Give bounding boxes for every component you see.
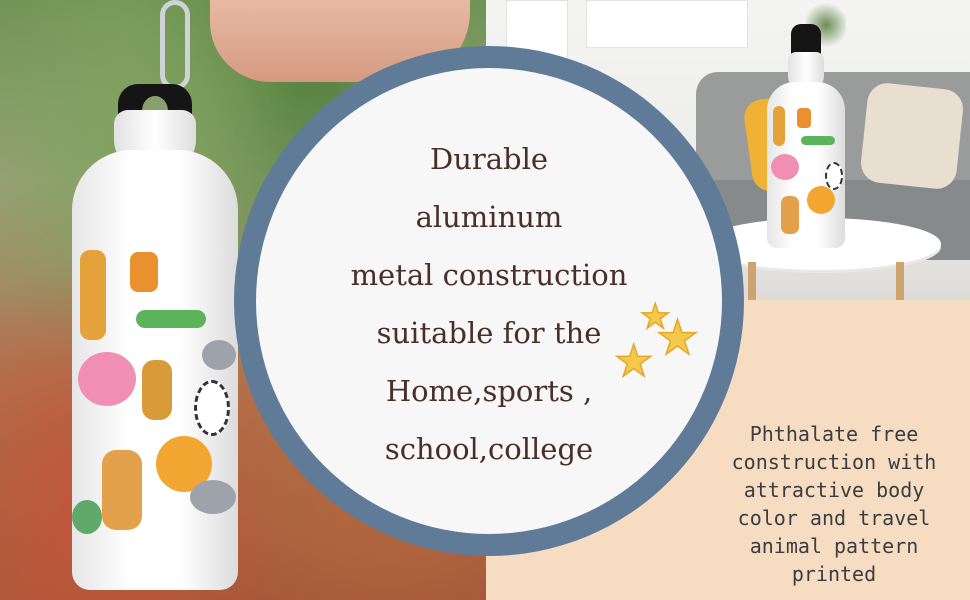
copy-line: metal construction	[350, 258, 628, 292]
carabiner-clip	[160, 0, 190, 90]
star-icon: ★	[655, 310, 700, 366]
copy-line: school,college	[384, 432, 594, 466]
copy-line: animal pattern	[749, 534, 919, 558]
small-animal-print-pattern	[767, 102, 845, 246]
copy-line: attractive body	[743, 478, 925, 502]
material-copy: Phthalate free construction with attract…	[700, 420, 968, 588]
copy-line: construction with	[731, 450, 937, 474]
cream-pillow	[859, 81, 965, 191]
copy-line: aluminum	[415, 200, 563, 234]
star-icon: ★	[613, 336, 654, 387]
copy-line: Durable	[429, 142, 549, 176]
copy-line: printed	[791, 562, 877, 586]
animal-print-pattern	[72, 240, 238, 560]
durability-copy: Durable aluminum metal construction suit…	[300, 130, 678, 478]
wall-shelf	[586, 0, 748, 48]
copy-line: Phthalate free	[749, 422, 919, 446]
copy-line: color and travel	[737, 506, 931, 530]
